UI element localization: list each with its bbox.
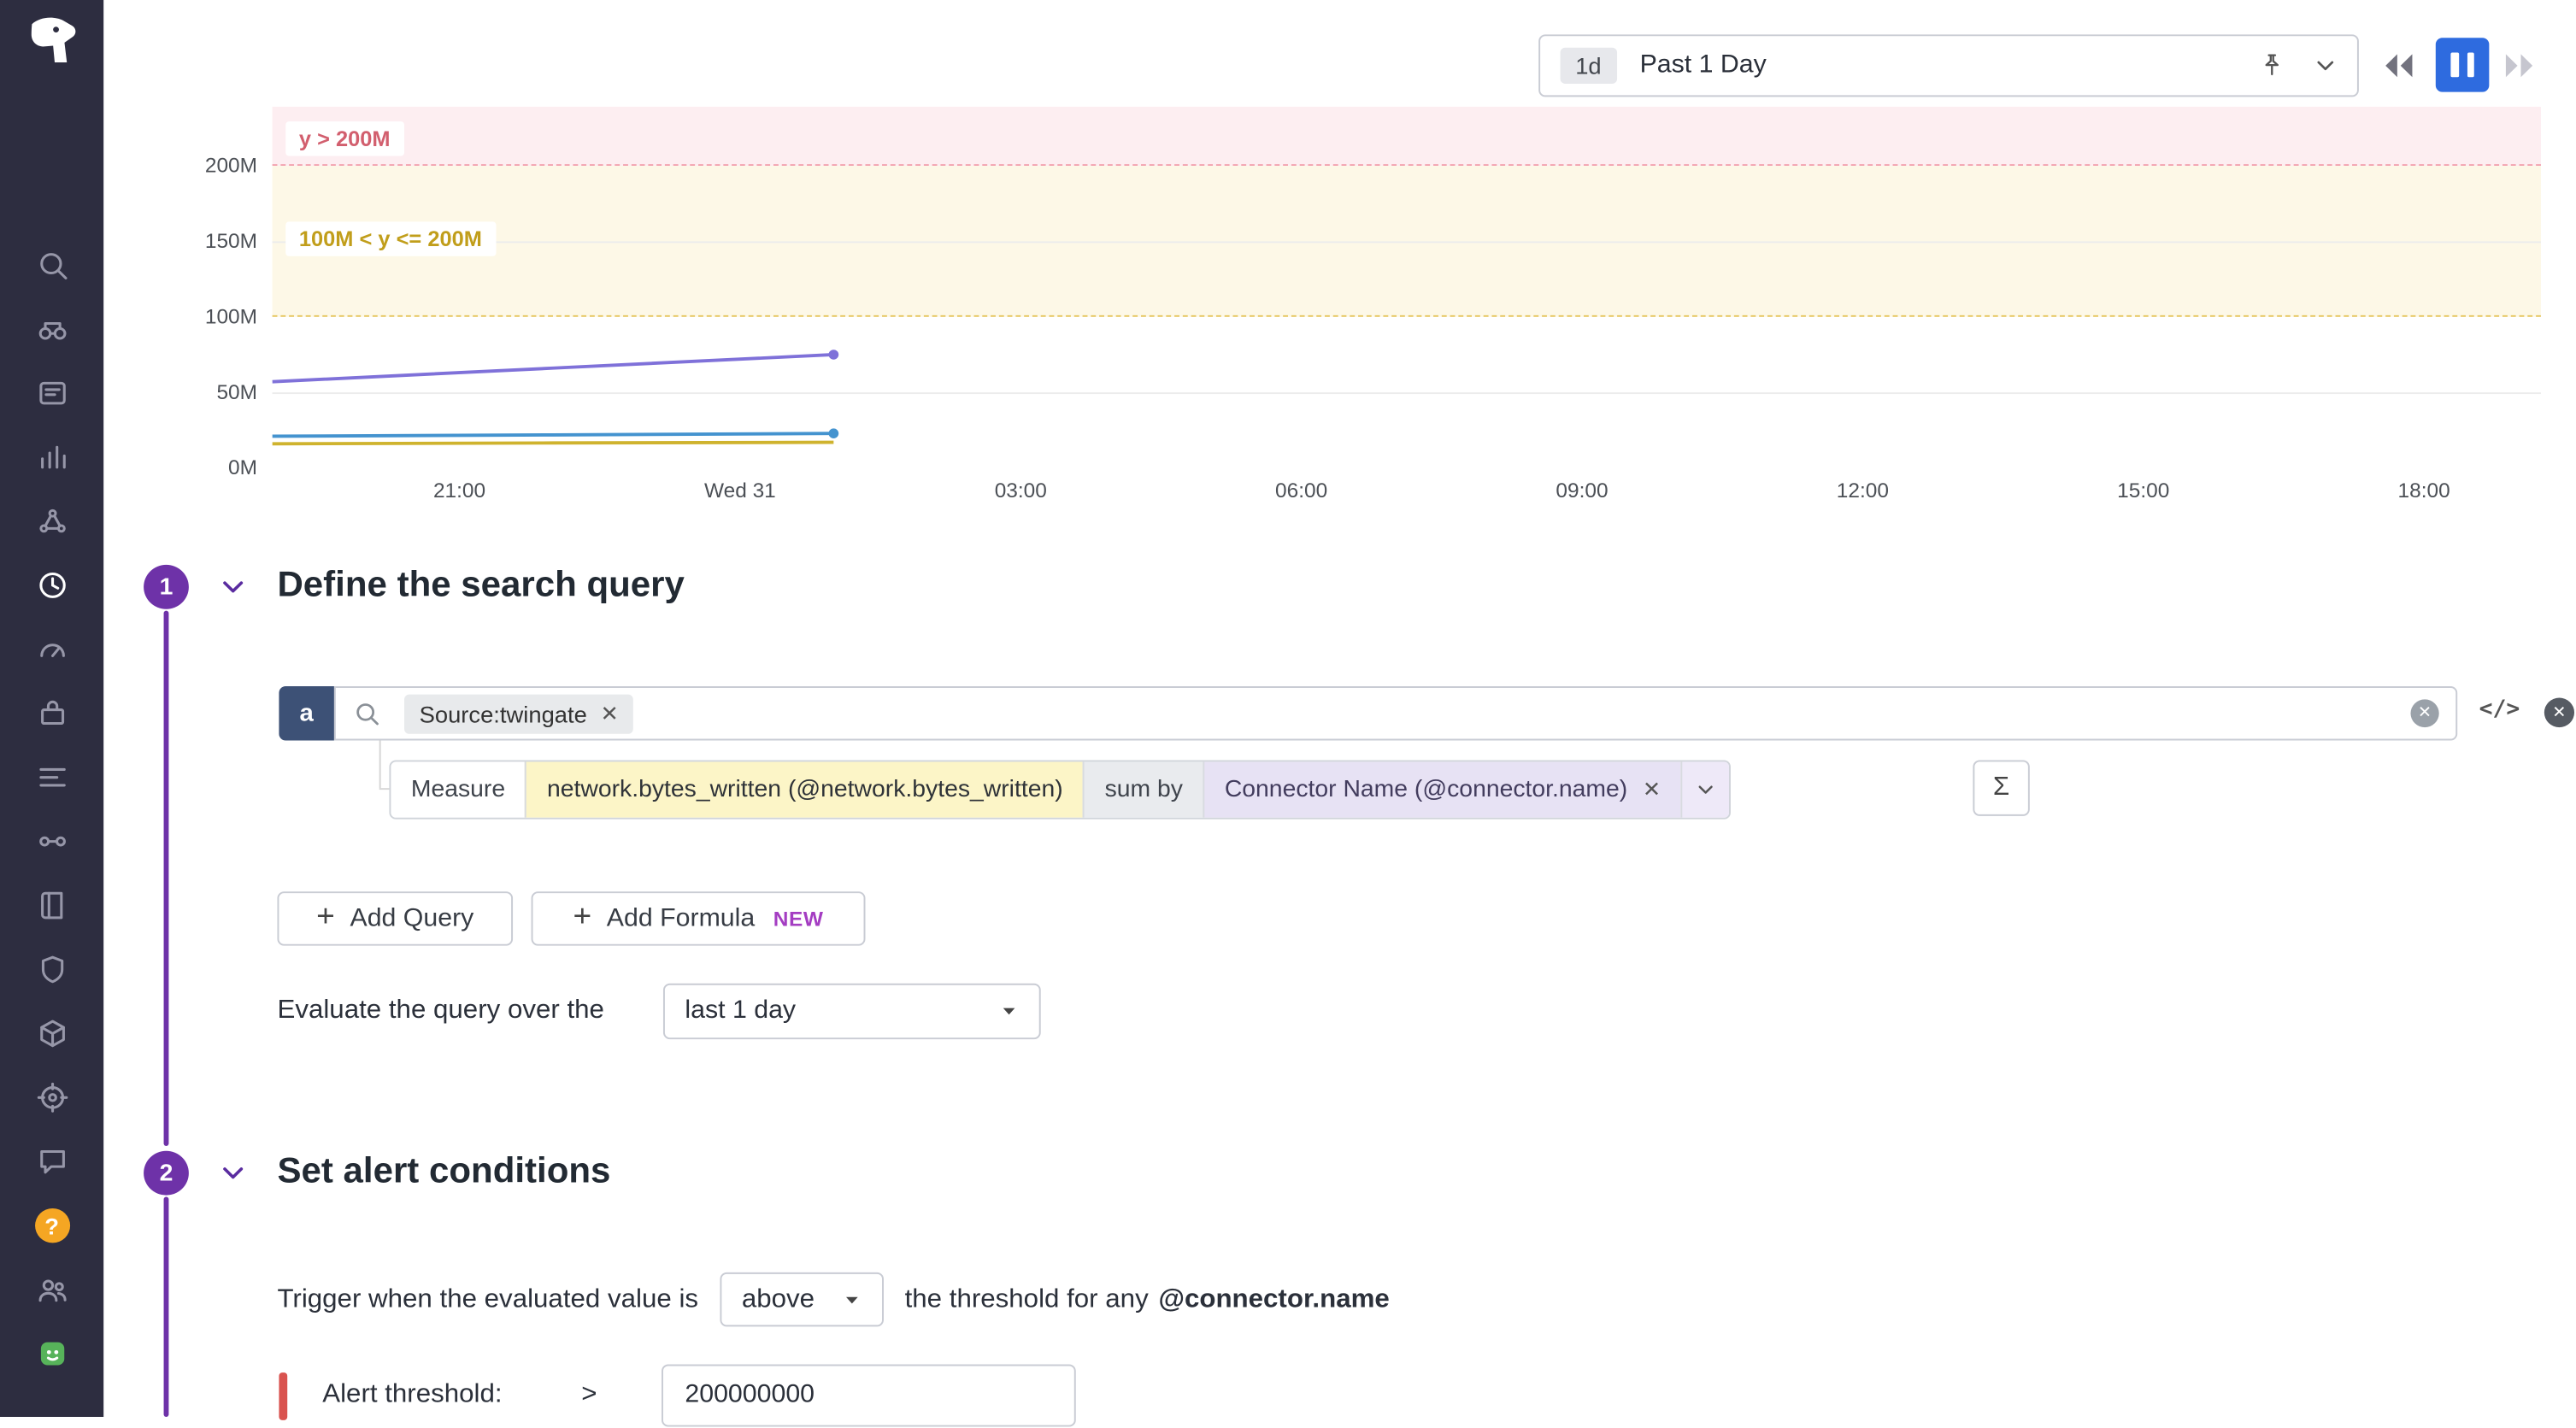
remove-group-by-icon[interactable]: ✕: [1643, 777, 1661, 803]
x-tick-label: 15:00: [2117, 479, 2170, 502]
alert-threshold-row: Alert threshold: >: [279, 1363, 1076, 1428]
plus-icon: +: [573, 898, 592, 934]
y-axis-labels: 200M 150M 100M 50M 0M: [147, 107, 258, 479]
series-lines: [272, 350, 839, 446]
group-by-chevron-icon[interactable]: [1680, 761, 1730, 818]
remove-query-icon[interactable]: ✕: [2544, 697, 2575, 728]
processes-icon[interactable]: [0, 745, 103, 809]
alert-threshold-input[interactable]: [662, 1364, 1076, 1427]
trigger-condition-row: Trigger when the evaluated value is abov…: [277, 1272, 1390, 1327]
sidebar-nav: ?: [0, 233, 103, 1386]
trigger-label: Trigger when the evaluated value is: [277, 1284, 699, 1313]
service-map-icon[interactable]: [0, 809, 103, 873]
add-formula-button[interactable]: + Add Formula NEW: [531, 891, 866, 946]
help-icon[interactable]: ?: [0, 1194, 103, 1258]
step-2-badge: 2: [144, 1150, 189, 1196]
clear-search-icon[interactable]: ✕: [2410, 699, 2439, 728]
evaluation-window-value: last 1 day: [685, 996, 797, 1025]
query-connector: [379, 788, 390, 790]
time-range-label: Past 1 Day: [1639, 50, 1767, 79]
sidebar: ?: [0, 0, 104, 1417]
chart-plot-area: y > 200M 100M < y <= 200M: [272, 106, 2541, 468]
datadog-monitor-editor: ? 1d Past 1 Day 200M 150M 100M 50M 0M y > 20…: [0, 0, 2576, 1427]
threshold-for-label: the threshold for any: [904, 1284, 1149, 1313]
evaluate-label: Evaluate the query over the: [277, 996, 604, 1025]
search-query-input[interactable]: Source:twingate ✕ ✕: [333, 686, 2458, 741]
apm-icon[interactable]: [0, 490, 103, 554]
pause-button[interactable]: [2435, 38, 2490, 92]
y-tick-label: 0M: [228, 456, 258, 479]
rewind-button[interactable]: [2379, 46, 2419, 85]
chevron-down-icon: [999, 1002, 1019, 1021]
add-query-button[interactable]: + Add Query: [277, 891, 514, 946]
plus-icon: +: [316, 898, 335, 934]
x-tick-label: 21:00: [432, 479, 486, 502]
time-range-badge: 1d: [1560, 47, 1617, 84]
forward-button[interactable]: [2499, 46, 2539, 85]
group-by-label: Connector Name (@connector.name): [1224, 776, 1628, 803]
measure-metric-token[interactable]: network.bytes_written (@network.bytes_wr…: [525, 761, 1084, 818]
measure-editor: Measure network.bytes_written (@network.…: [389, 760, 1732, 820]
logs-icon[interactable]: [0, 873, 103, 937]
group-name-token: @connector.name: [1158, 1284, 1390, 1313]
section-collapse-chevron-icon[interactable]: [219, 1159, 247, 1195]
x-tick-label: 06:00: [1275, 479, 1328, 502]
evaluation-window-select[interactable]: last 1 day: [662, 983, 1041, 1040]
aggregation-sigma-button[interactable]: Σ: [1973, 760, 2030, 816]
sum-by-label[interactable]: sum by: [1083, 761, 1203, 818]
y-tick-label: 100M: [204, 305, 258, 329]
software-icon[interactable]: [0, 1002, 103, 1066]
feedback-icon[interactable]: [0, 1130, 103, 1194]
remove-filter-icon[interactable]: ✕: [600, 700, 618, 726]
threshold-operator: >: [581, 1380, 597, 1409]
measure-label[interactable]: Measure: [391, 761, 525, 817]
section-collapse-chevron-icon[interactable]: [219, 573, 247, 608]
search-filter-token[interactable]: Source:twingate ✕: [404, 693, 634, 733]
chevron-down-icon[interactable]: [2314, 54, 2337, 77]
search-icon: [352, 699, 380, 727]
synthetics-icon[interactable]: [0, 617, 103, 681]
add-query-label: Add Query: [350, 903, 474, 932]
bits-ai-icon[interactable]: [0, 1322, 103, 1386]
step-connector-line: [163, 610, 168, 1146]
alert-threshold-label: Alert threshold:: [322, 1380, 503, 1409]
events-icon[interactable]: [0, 361, 103, 426]
integrations-icon[interactable]: [0, 681, 103, 745]
pin-icon[interactable]: [2257, 51, 2287, 81]
organization-icon[interactable]: [0, 1258, 103, 1322]
x-tick-label: 09:00: [1556, 479, 1609, 502]
y-tick-label: 200M: [204, 154, 258, 178]
query-connector: [379, 740, 381, 789]
chevron-down-icon: [845, 1296, 857, 1303]
add-formula-label: Add Formula: [606, 903, 756, 932]
time-range-selector[interactable]: 1d Past 1 Day: [1538, 34, 2359, 97]
new-badge: NEW: [773, 907, 824, 931]
section-define-title: Define the search query: [277, 564, 685, 605]
section-alert-title: Set alert conditions: [277, 1150, 611, 1190]
x-tick-label: Wed 31: [703, 479, 776, 502]
query-letter-badge: a: [279, 686, 334, 741]
watchdog-icon[interactable]: [0, 297, 103, 361]
security-icon[interactable]: [0, 937, 103, 1002]
y-tick-label: 50M: [216, 380, 258, 404]
monitors-icon[interactable]: [0, 553, 103, 617]
x-tick-label: 12:00: [1836, 479, 1889, 502]
datadog-logo[interactable]: [20, 10, 83, 73]
step-connector-line: [163, 1196, 168, 1417]
comparator-value: above: [741, 1284, 815, 1313]
ci-icon[interactable]: [0, 1066, 103, 1130]
filter-token-label: Source:twingate: [419, 700, 587, 727]
y-tick-label: 150M: [204, 229, 258, 253]
x-tick-label: 18:00: [2397, 479, 2450, 502]
comparator-select[interactable]: above: [720, 1272, 884, 1327]
metrics-icon[interactable]: [0, 426, 103, 490]
group-by-token[interactable]: Connector Name (@connector.name) ✕: [1203, 761, 1681, 818]
x-axis-labels: 21:00 Wed 31 03:00 06:00 09:00 12:00 15:00 18:0…: [273, 479, 2541, 509]
code-view-toggle[interactable]: </>: [2479, 696, 2520, 723]
search-icon[interactable]: [0, 233, 103, 297]
step-1-badge: 1: [144, 564, 189, 609]
alert-severity-bar: [279, 1372, 288, 1419]
x-tick-label: 03:00: [994, 479, 1047, 502]
